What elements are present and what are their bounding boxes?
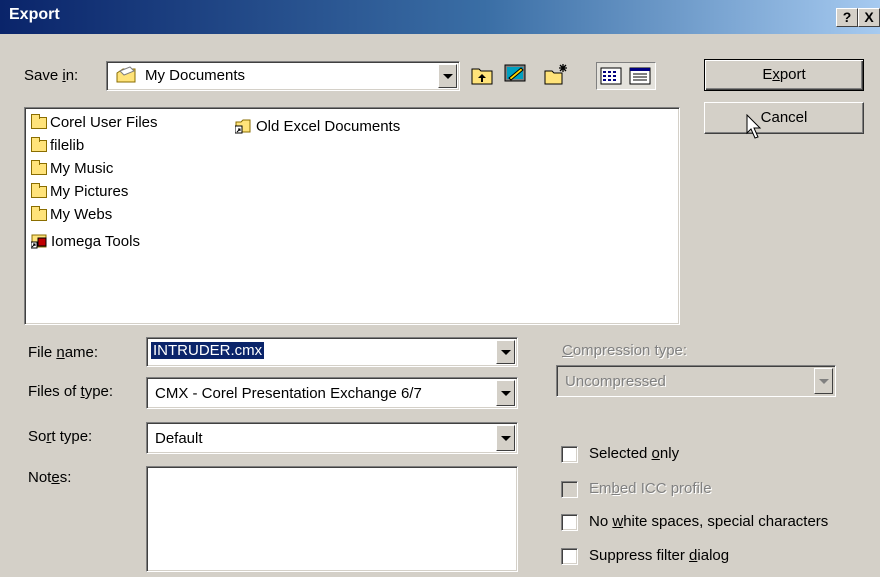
folder-icon — [31, 114, 47, 129]
no-white-spaces-checkbox[interactable] — [561, 514, 578, 531]
sort-type-dropdown-button[interactable] — [496, 425, 515, 451]
export-button[interactable]: Export — [704, 59, 864, 91]
compression-dropdown-button — [814, 368, 833, 394]
close-button[interactable]: X — [858, 8, 880, 27]
suppress-filter-dialog-label[interactable]: Suppress filter dialog — [589, 547, 729, 564]
folder-icon — [31, 206, 47, 221]
list-item[interactable]: filelib — [31, 137, 84, 159]
list-item[interactable]: My Webs — [31, 206, 112, 228]
up-one-level-icon[interactable] — [470, 63, 494, 87]
suppress-filter-dialog-checkbox[interactable] — [561, 548, 578, 565]
list-item[interactable]: Iomega Tools — [30, 229, 140, 251]
file-name-combo[interactable]: INTRUDER.cmx — [146, 337, 518, 367]
chevron-down-icon — [501, 350, 511, 355]
file-list[interactable]: Corel User Files filelib My Music My Pic… — [24, 107, 680, 325]
compression-type-value: Uncompressed — [565, 373, 666, 390]
save-in-dropdown-button[interactable] — [438, 64, 457, 88]
compression-type-label: Compression type: — [562, 342, 688, 359]
my-documents-icon — [116, 66, 136, 83]
file-name-dropdown-button[interactable] — [496, 340, 515, 364]
embed-icc-profile-label: Embed ICC profile — [589, 480, 712, 497]
iomega-shortcut-icon — [30, 234, 47, 249]
chevron-down-icon — [819, 379, 829, 384]
cancel-button[interactable]: Cancel — [704, 102, 864, 134]
desktop-icon[interactable] — [503, 62, 527, 86]
save-in-label: Save in: — [24, 67, 79, 84]
sort-type-value: Default — [155, 430, 203, 447]
sort-type-label: Sort type: — [28, 428, 93, 445]
list-item[interactable]: My Pictures — [31, 183, 128, 205]
folder-icon — [31, 160, 47, 175]
dialog-title: Export — [9, 6, 60, 23]
selected-only-label[interactable]: Selected only — [589, 445, 679, 462]
files-of-type-select[interactable]: CMX - Corel Presentation Exchange 6/7 — [146, 377, 518, 409]
notes-textarea[interactable] — [146, 466, 518, 572]
export-dialog: Export ? X Save in: My Documents Corel U… — [0, 0, 880, 577]
folder-icon — [31, 137, 47, 152]
save-in-value: My Documents — [145, 67, 246, 84]
file-name-label: File name: — [28, 344, 99, 361]
folder-icon — [31, 183, 47, 198]
folder-shortcut-icon — [234, 119, 251, 134]
mouse-cursor-icon — [746, 114, 762, 139]
file-name-input[interactable]: INTRUDER.cmx — [151, 342, 265, 359]
sort-type-select[interactable]: Default — [146, 422, 518, 454]
details-view-icon[interactable] — [628, 64, 652, 88]
files-of-type-label: Files of type: — [28, 383, 114, 400]
files-of-type-dropdown-button[interactable] — [496, 380, 515, 406]
new-folder-icon[interactable] — [544, 63, 568, 87]
selected-only-checkbox[interactable] — [561, 446, 578, 463]
chevron-down-icon — [501, 391, 511, 396]
notes-label: Notes: — [28, 469, 72, 486]
title-bar[interactable]: Export ? X — [0, 0, 880, 34]
compression-type-select: Uncompressed — [556, 365, 836, 397]
chevron-down-icon — [443, 74, 453, 79]
list-item[interactable]: Old Excel Documents — [234, 114, 400, 136]
embed-icc-profile-checkbox — [561, 481, 578, 498]
no-white-spaces-label[interactable]: No white spaces, special characters — [589, 513, 828, 530]
save-in-combo[interactable]: My Documents — [106, 61, 460, 91]
help-button[interactable]: ? — [836, 8, 858, 27]
list-view-icon[interactable] — [599, 64, 623, 88]
list-item[interactable]: My Music — [31, 160, 113, 182]
chevron-down-icon — [501, 436, 511, 441]
list-item[interactable]: Corel User Files — [31, 114, 158, 136]
files-of-type-value: CMX - Corel Presentation Exchange 6/7 — [155, 385, 422, 402]
